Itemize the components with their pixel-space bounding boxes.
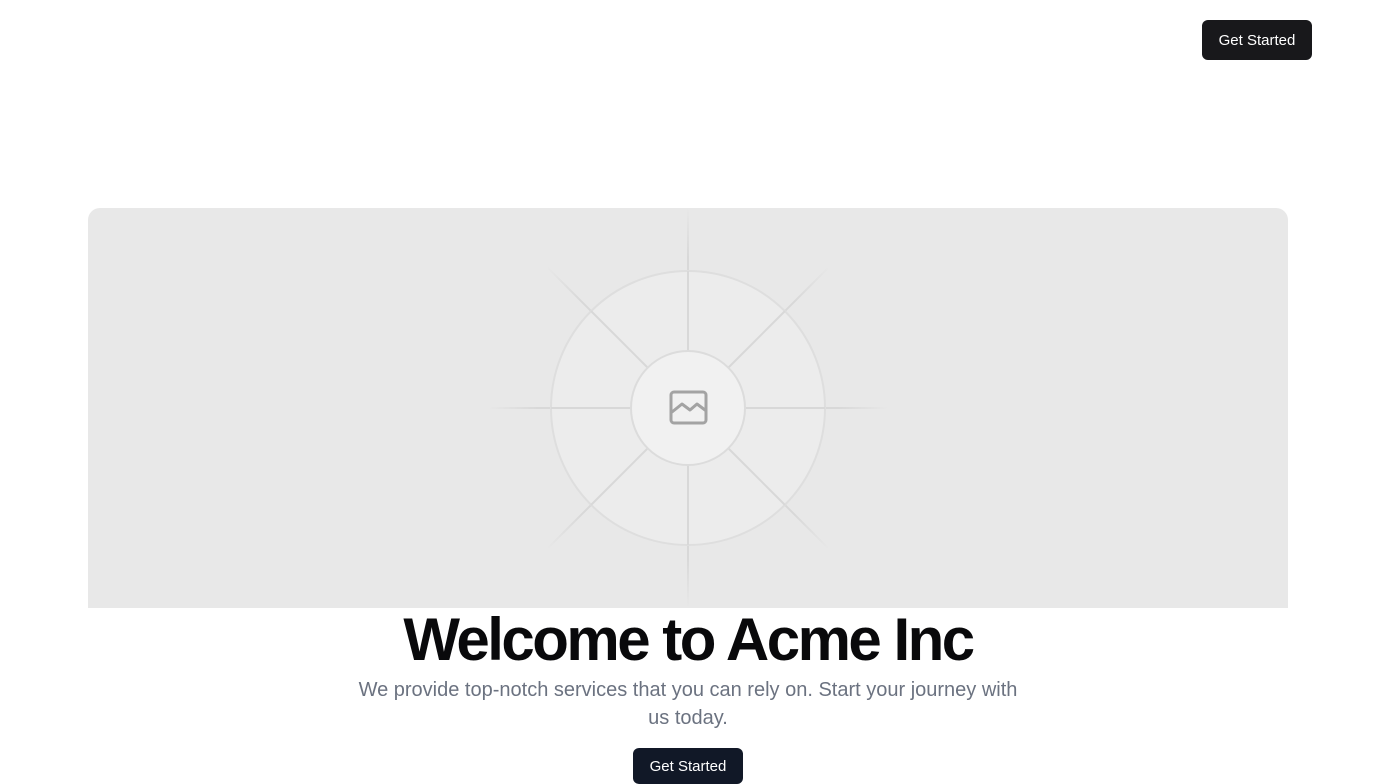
header-get-started-button[interactable]: Get Started [1202, 20, 1312, 60]
hero-subtitle: We provide top-notch services that you c… [358, 679, 1018, 729]
hero-image-placeholder [88, 208, 1288, 608]
hero-title: Welcome to Acme Inc [403, 606, 975, 673]
landing-page: Get Started Welcome to Acme Inc We provi… [0, 0, 1376, 784]
placeholder-graphic [487, 208, 889, 608]
hero-get-started-button[interactable]: Get Started [633, 748, 743, 784]
